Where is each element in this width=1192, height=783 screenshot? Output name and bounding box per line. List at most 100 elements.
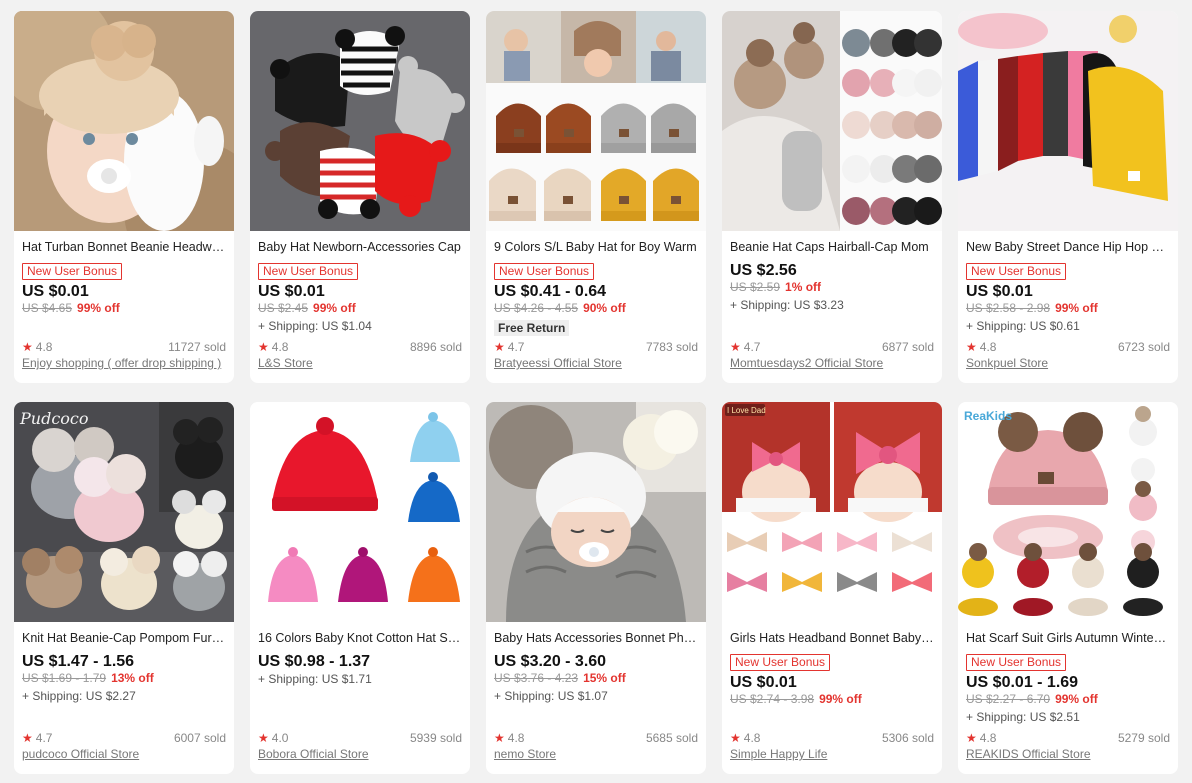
product-price: US $0.41 - 0.64 bbox=[494, 283, 607, 300]
store-link[interactable]: Sonkpuel Store bbox=[966, 356, 1170, 371]
new-user-bonus-badge: New User Bonus bbox=[966, 654, 1067, 671]
sold-count: 5939 sold bbox=[409, 731, 462, 745]
new-user-bonus-badge: New User Bonus bbox=[22, 263, 123, 280]
product-title[interactable]: Hat Turban Bonnet Beanie Headwear bbox=[22, 240, 226, 255]
discount-label: 99% off bbox=[313, 301, 356, 315]
rating-value: 4.8 bbox=[743, 731, 761, 745]
product-grid: Hat Turban Bonnet Beanie Headwear New Us… bbox=[14, 11, 1178, 774]
star-icon: ★ bbox=[494, 731, 505, 745]
product-card[interactable]: I Love Dad Girls Hats Headband Bonnet Ba… bbox=[722, 402, 942, 774]
product-image[interactable] bbox=[250, 402, 470, 622]
star-icon: ★ bbox=[258, 340, 269, 354]
star-icon: ★ bbox=[494, 340, 505, 354]
product-price: US $0.01 bbox=[258, 283, 325, 300]
rating-value: 4.7 bbox=[35, 731, 53, 745]
new-user-bonus-badge: New User Bonus bbox=[494, 263, 595, 280]
product-image[interactable] bbox=[250, 11, 470, 231]
product-title[interactable]: Baby Hats Accessories Bonnet Photography bbox=[494, 631, 698, 646]
discount-label: 1% off bbox=[785, 280, 822, 294]
product-price: US $1.47 - 1.56 bbox=[22, 653, 135, 670]
store-link[interactable]: Simple Happy Life bbox=[730, 747, 934, 762]
product-title[interactable]: Knit Hat Beanie-Cap Pompom Fur Ball bbox=[22, 631, 226, 646]
star-icon: ★ bbox=[966, 340, 977, 354]
store-link[interactable]: Momtuesdays2 Official Store bbox=[730, 356, 934, 371]
product-card[interactable]: 9 Colors S/L Baby Hat for Boy Warm New U… bbox=[486, 11, 706, 383]
original-price: US $2.58 - 2.98 bbox=[966, 301, 1051, 315]
original-price: US $4.26 - 4.55 bbox=[494, 301, 579, 315]
store-link[interactable]: Enjoy shopping ( offer drop shipping ) bbox=[22, 356, 226, 371]
product-card[interactable]: Beanie Hat Caps Hairball-Cap Mom US $2.5… bbox=[722, 11, 942, 383]
discount-label: 99% off bbox=[1055, 301, 1098, 315]
product-card[interactable]: Baby Hat Newborn-Accessories Cap New Use… bbox=[250, 11, 470, 383]
shipping-cost: + Shipping: US $1.71 bbox=[258, 672, 372, 686]
new-user-bonus-badge: New User Bonus bbox=[966, 263, 1067, 280]
product-image[interactable] bbox=[958, 11, 1178, 231]
shipping-cost: + Shipping: US $2.27 bbox=[22, 689, 136, 703]
sold-count: 11727 sold bbox=[168, 340, 226, 354]
product-card[interactable]: ReaKids Hat Scarf Suit Girls Autumn Wint… bbox=[958, 402, 1178, 774]
shipping-cost: + Shipping: US $0.61 bbox=[966, 319, 1080, 333]
original-price: US $2.45 bbox=[258, 301, 309, 315]
product-title[interactable]: Hat Scarf Suit Girls Autumn Winter Set bbox=[966, 631, 1170, 646]
product-image[interactable]: ReaKids bbox=[958, 402, 1178, 622]
sold-count: 5279 sold bbox=[1117, 731, 1170, 745]
product-price: US $0.01 bbox=[22, 283, 89, 300]
discount-label: 99% off bbox=[819, 692, 862, 706]
sold-count: 8896 sold bbox=[409, 340, 462, 354]
sold-count: 5306 sold bbox=[881, 731, 934, 745]
store-link[interactable]: L&S Store bbox=[258, 356, 462, 371]
product-price: US $0.01 bbox=[966, 283, 1033, 300]
rating-value: 4.8 bbox=[507, 731, 525, 745]
watermark-logo: Pudcoco bbox=[19, 409, 89, 428]
product-image[interactable] bbox=[14, 11, 234, 231]
product-card[interactable]: Baby Hats Accessories Bonnet Photography… bbox=[486, 402, 706, 774]
product-price: US $0.98 - 1.37 bbox=[258, 653, 371, 670]
product-image[interactable] bbox=[486, 402, 706, 622]
product-card[interactable]: Hat Turban Bonnet Beanie Headwear New Us… bbox=[14, 11, 234, 383]
product-image[interactable]: Pudcoco bbox=[14, 402, 234, 622]
product-title[interactable]: New Baby Street Dance Hip Hop Hat bbox=[966, 240, 1170, 255]
product-title[interactable]: Baby Hat Newborn-Accessories Cap bbox=[258, 240, 462, 255]
discount-label: 99% off bbox=[1055, 692, 1098, 706]
shipping-cost: + Shipping: US $1.04 bbox=[258, 319, 372, 333]
star-icon: ★ bbox=[22, 731, 33, 745]
rating-value: 4.7 bbox=[507, 340, 525, 354]
sold-count: 6723 sold bbox=[1117, 340, 1170, 354]
rating-value: 4.7 bbox=[743, 340, 761, 354]
product-title[interactable]: Girls Hats Headband Bonnet Baby-Hat bbox=[730, 631, 934, 646]
product-title[interactable]: Beanie Hat Caps Hairball-Cap Mom bbox=[730, 240, 934, 255]
product-image[interactable] bbox=[486, 11, 706, 231]
product-title[interactable]: 9 Colors S/L Baby Hat for Boy Warm bbox=[494, 240, 698, 255]
discount-label: 99% off bbox=[77, 301, 120, 315]
product-card[interactable]: 16 Colors Baby Knot Cotton Hat Spring US… bbox=[250, 402, 470, 774]
star-icon: ★ bbox=[22, 340, 33, 354]
shipping-cost: + Shipping: US $1.07 bbox=[494, 689, 608, 703]
store-link[interactable]: pudcoco Official Store bbox=[22, 747, 226, 762]
star-icon: ★ bbox=[966, 731, 977, 745]
store-link[interactable]: nemo Store bbox=[494, 747, 698, 762]
product-image[interactable]: I Love Dad bbox=[722, 402, 942, 622]
shipping-cost: + Shipping: US $3.23 bbox=[730, 298, 844, 312]
store-link[interactable]: Bratyeessi Official Store bbox=[494, 356, 698, 371]
store-link[interactable]: REAKIDS Official Store bbox=[966, 747, 1170, 762]
sold-count: 5685 sold bbox=[645, 731, 698, 745]
product-card[interactable]: New Baby Street Dance Hip Hop Hat New Us… bbox=[958, 11, 1178, 383]
shirt-print-text: I Love Dad bbox=[727, 406, 766, 415]
discount-label: 15% off bbox=[583, 671, 626, 685]
original-price: US $2.27 - 6.70 bbox=[966, 692, 1051, 706]
product-title[interactable]: 16 Colors Baby Knot Cotton Hat Spring bbox=[258, 631, 462, 646]
rating-value: 4.8 bbox=[35, 340, 53, 354]
original-price: US $2.74 - 3.98 bbox=[730, 692, 815, 706]
new-user-bonus-badge: New User Bonus bbox=[730, 654, 831, 671]
original-price: US $3.76 - 4.23 bbox=[494, 671, 579, 685]
shipping-cost: + Shipping: US $2.51 bbox=[966, 710, 1080, 724]
rating-value: 4.0 bbox=[271, 731, 289, 745]
sold-count: 6877 sold bbox=[881, 340, 934, 354]
brand-logo-text: ReaKids bbox=[964, 409, 1012, 423]
discount-label: 90% off bbox=[583, 301, 626, 315]
product-image[interactable] bbox=[722, 11, 942, 231]
store-link[interactable]: Bobora Official Store bbox=[258, 747, 462, 762]
original-price: US $1.69 - 1.79 bbox=[22, 671, 107, 685]
product-card[interactable]: Pudcoco Knit Hat Beanie-Cap Pompom Fur B… bbox=[14, 402, 234, 774]
sold-count: 7783 sold bbox=[645, 340, 698, 354]
